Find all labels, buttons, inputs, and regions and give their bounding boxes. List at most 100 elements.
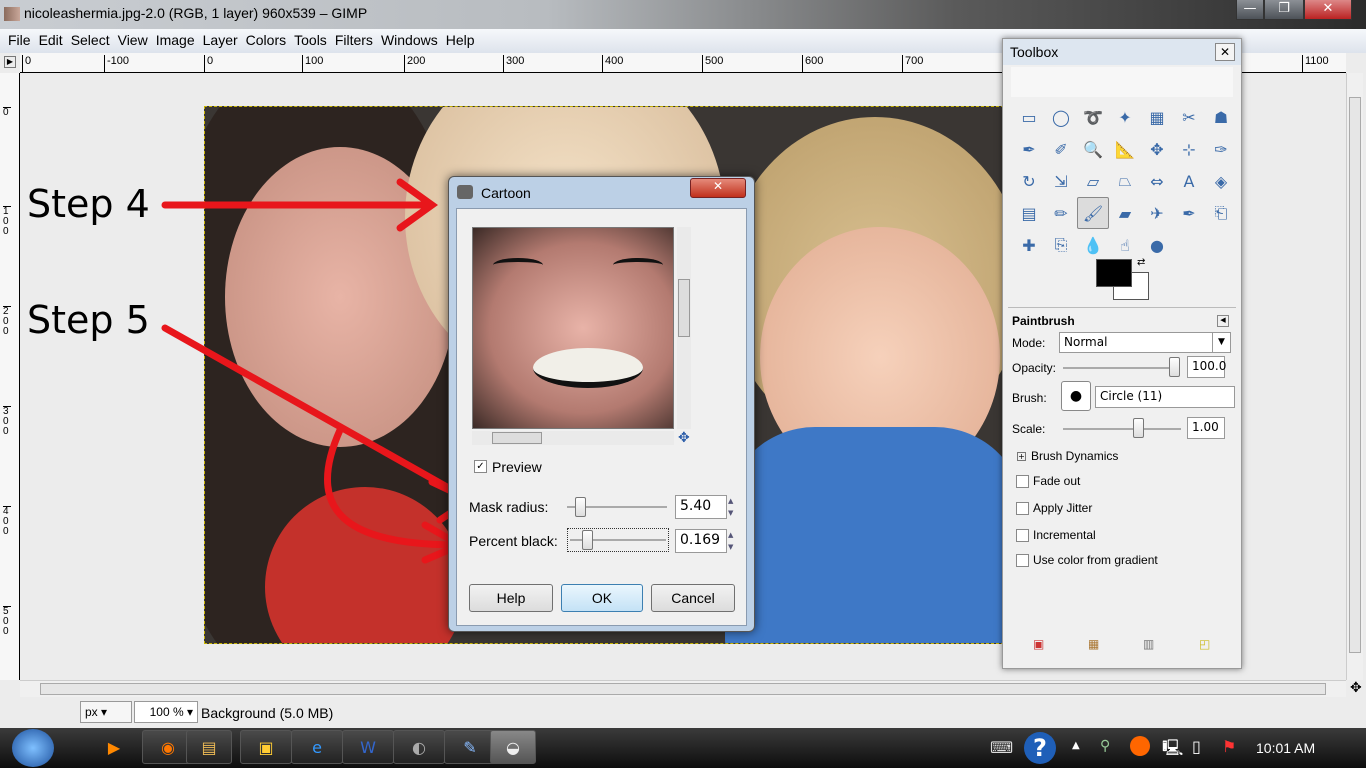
scale-tool-icon[interactable]: ⇲	[1045, 165, 1077, 197]
preview-vscrollbar[interactable]	[677, 227, 691, 429]
measure-tool-icon[interactable]: 📐	[1109, 133, 1141, 165]
start-button[interactable]	[12, 729, 54, 767]
dialog-title: Cartoon	[481, 185, 531, 201]
color-select-tool-icon[interactable]: ▦	[1141, 101, 1173, 133]
move-tool-icon[interactable]: ✥	[1141, 133, 1173, 165]
crop-tool-icon[interactable]: ✑	[1205, 133, 1237, 165]
free-select-tool-icon[interactable]: ➰	[1077, 101, 1109, 133]
taskbar-folder[interactable]: ▣	[240, 730, 292, 764]
ellipse-select-tool-icon[interactable]: ◯	[1045, 101, 1077, 133]
brush-preview-button[interactable]: ●	[1061, 381, 1091, 411]
toolbox-window: Toolbox ✕ ▭ ◯ ➰ ✦ ▦ ✂ ☗ ✒ ✐ 🔍 📐 ✥ ⊹ ✑ ↻ ⇲ ▱ ⏢ ⇔ A ◈ ▤ ✏ 🖌 ▰ ✈ ✒ ⎗ ✚ ⎘…	[1002, 38, 1242, 669]
scale-thumb[interactable]	[1133, 418, 1144, 438]
taskbar-gimp[interactable]: ◒	[490, 730, 536, 764]
delete-options-icon[interactable]: ▥	[1143, 637, 1154, 651]
show-hidden-icons[interactable]: ▲	[1072, 740, 1080, 751]
dodge-burn-tool-icon[interactable]: ●	[1141, 229, 1173, 261]
paths-tool-icon[interactable]: ✒	[1013, 133, 1045, 165]
scale-slider[interactable]	[1063, 428, 1181, 430]
chevron-down-icon: ▼	[1212, 333, 1230, 352]
color-picker-tool-icon[interactable]: ✐	[1045, 133, 1077, 165]
navigate-icon[interactable]: ✥	[1350, 680, 1362, 696]
preview-checkbox[interactable]: ✓	[474, 460, 487, 473]
fade-out-checkbox[interactable]	[1016, 475, 1029, 488]
rotate-tool-icon[interactable]: ↻	[1013, 165, 1045, 197]
configure-tab-icon[interactable]: ◀	[1217, 315, 1229, 327]
percent-black-slider[interactable]	[567, 528, 669, 552]
flip-tool-icon[interactable]: ⇔	[1141, 165, 1173, 197]
opacity-thumb[interactable]	[1169, 357, 1180, 377]
zoom-select[interactable]: 100 % ▾	[134, 701, 198, 723]
clock[interactable]: 10:01 AM	[1256, 740, 1315, 756]
bucket-fill-tool-icon[interactable]: ◈	[1205, 165, 1237, 197]
use-gradient-checkbox[interactable]	[1016, 554, 1029, 567]
scissors-tool-icon[interactable]: ✂	[1173, 101, 1205, 133]
percent-black-input[interactable]: 0.169	[675, 529, 727, 553]
vertical-scrollbar[interactable]	[1346, 73, 1363, 680]
taskbar-media-player[interactable]: ▶	[88, 730, 140, 764]
taskbar-explorer[interactable]: ▤	[186, 730, 232, 764]
save-options-icon[interactable]: ▣	[1033, 637, 1044, 651]
foreground-select-tool-icon[interactable]: ☗	[1205, 101, 1237, 133]
perspective-tool-icon[interactable]: ⏢	[1109, 165, 1141, 197]
keyboard-icon[interactable]: ⌨	[990, 738, 1013, 757]
blur-tool-icon[interactable]: 💧	[1077, 229, 1109, 261]
minimize-button[interactable]: —	[1236, 0, 1264, 20]
opacity-input[interactable]: 100.0	[1187, 356, 1226, 378]
usb-icon[interactable]: ⚲	[1100, 738, 1110, 754]
mask-radius-thumb[interactable]	[575, 497, 586, 517]
maximize-button[interactable]: ❐	[1264, 0, 1304, 20]
pencil-tool-icon[interactable]: ✏	[1045, 197, 1077, 229]
reset-options-icon[interactable]: ◰	[1199, 637, 1210, 651]
dialog-close-button[interactable]: ✕	[690, 178, 746, 198]
unit-select[interactable]: px ▾	[80, 701, 132, 723]
taskbar-word[interactable]: W	[342, 730, 394, 764]
expand-icon[interactable]: +	[1017, 452, 1026, 461]
toolbox-close-button[interactable]: ✕	[1215, 43, 1235, 61]
navigate-icon[interactable]: ✥	[678, 430, 690, 446]
mask-radius-input[interactable]: 5.40	[675, 495, 727, 519]
percent-black-spinner[interactable]: ▲ ▼	[728, 529, 738, 553]
text-tool-icon[interactable]: A	[1173, 165, 1205, 197]
fuzzy-select-tool-icon[interactable]: ✦	[1109, 101, 1141, 133]
blend-tool-icon[interactable]: ▤	[1013, 197, 1045, 229]
horizontal-scrollbar[interactable]	[20, 680, 1346, 697]
tool-options-title: Paintbrush	[1012, 314, 1075, 328]
help-icon[interactable]: ?	[1024, 732, 1056, 764]
apply-jitter-checkbox[interactable]	[1016, 502, 1029, 515]
rect-select-tool-icon[interactable]: ▭	[1013, 101, 1045, 133]
airbrush-tool-icon[interactable]: ✈	[1141, 197, 1173, 229]
mode-select[interactable]: Normal ▼	[1059, 332, 1231, 353]
preview-hscrollbar[interactable]	[472, 431, 674, 445]
mask-radius-spinner[interactable]: ▲ ▼	[728, 495, 738, 519]
incremental-checkbox[interactable]	[1016, 529, 1029, 542]
power-icon[interactable]: ▯	[1192, 737, 1201, 756]
opacity-slider[interactable]	[1063, 367, 1175, 369]
align-tool-icon[interactable]: ⊹	[1173, 133, 1205, 165]
shear-tool-icon[interactable]: ▱	[1077, 165, 1109, 197]
swap-colors-icon[interactable]: ⇄	[1137, 257, 1145, 268]
clone-tool-icon[interactable]: ⎗	[1205, 197, 1237, 229]
ink-tool-icon[interactable]: ✒	[1173, 197, 1205, 229]
restore-options-icon[interactable]: ▦	[1088, 637, 1099, 651]
taskbar-paint[interactable]: ✎	[444, 730, 496, 764]
scale-input[interactable]: 1.00	[1187, 417, 1225, 439]
heal-tool-icon[interactable]: ✚	[1013, 229, 1045, 261]
paintbrush-tool-icon[interactable]: 🖌	[1077, 197, 1109, 229]
cancel-button[interactable]: Cancel	[651, 584, 735, 612]
action-center-icon[interactable]: ⚑	[1222, 737, 1236, 756]
taskbar-internet-explorer[interactable]: e	[291, 730, 343, 764]
zoom-tool-icon[interactable]: 🔍	[1077, 133, 1109, 165]
avast-icon[interactable]	[1130, 736, 1150, 756]
taskbar-gimp-wilber[interactable]: ◐	[393, 730, 445, 764]
ok-button[interactable]: OK	[561, 584, 643, 612]
ruler-tick: 1100	[1302, 55, 1329, 72]
foreground-color[interactable]	[1096, 259, 1132, 287]
eraser-tool-icon[interactable]: ▰	[1109, 197, 1141, 229]
help-button[interactable]: Help	[469, 584, 553, 612]
close-button[interactable]: ✕	[1304, 0, 1352, 20]
perspective-clone-tool-icon[interactable]: ⎘	[1045, 229, 1077, 261]
network-icon[interactable]: 🖳	[1162, 737, 1183, 764]
brush-name[interactable]: Circle (11)	[1095, 386, 1235, 408]
brush-dynamics-expander[interactable]: Brush Dynamics	[1031, 449, 1118, 463]
